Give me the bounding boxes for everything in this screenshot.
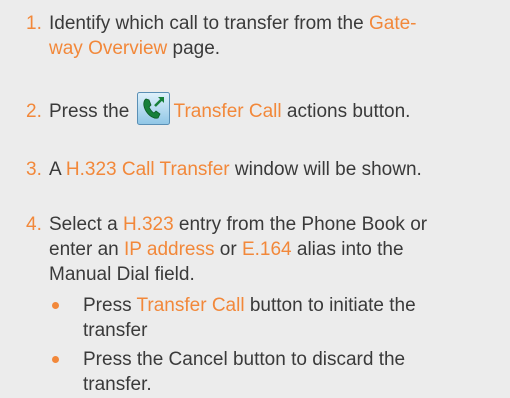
bullet-text: transfer xyxy=(83,320,148,341)
step-text: Select a xyxy=(49,214,123,235)
step-number: 2. xyxy=(26,101,42,122)
gateway-overview-link-cont[interactable]: way Overview xyxy=(49,38,167,59)
bullet-dot xyxy=(52,302,59,309)
h323-link[interactable]: H.323 xyxy=(123,214,174,235)
bullet-text: Press xyxy=(83,295,137,316)
gateway-overview-link[interactable]: Gate- xyxy=(369,13,417,34)
bullet-text: transfer. xyxy=(83,374,152,395)
bullet-item-1: Press Transfer Call button to initiate t… xyxy=(52,293,492,343)
bullet-text: Press the Cancel button to discard the xyxy=(83,349,406,370)
step-2: 2. Press the Transfer Call actions button… xyxy=(26,92,498,125)
step-1: 1. Identify which call to transfer from t… xyxy=(26,11,498,61)
step-text: alias into the xyxy=(291,239,404,260)
step-text: Press the xyxy=(49,101,135,122)
bullet-item-2: Press the Cancel button to discard the t… xyxy=(52,347,492,397)
transfer-call-button-link[interactable]: Transfer Call xyxy=(137,295,245,316)
transfer-call-icon[interactable] xyxy=(136,92,170,125)
step-number: 3. xyxy=(26,159,42,180)
step-text: window will be shown. xyxy=(229,159,422,180)
step-4: 4. Select a H.323 entry from the Phone Bo… xyxy=(26,212,498,287)
step-text: A xyxy=(49,159,66,180)
step-text: Identify which call to transfer from the xyxy=(49,13,369,34)
step-text: page. xyxy=(167,38,221,59)
step-text: or xyxy=(214,239,242,260)
step-number: 1. xyxy=(26,13,42,34)
step-3: 3. A H.323 Call Transfer window will be s… xyxy=(26,157,498,182)
e164-link[interactable]: E.164 xyxy=(242,239,292,260)
ip-address-link[interactable]: IP address xyxy=(124,239,214,260)
bullet-text: button to initiate the xyxy=(244,295,416,316)
step-text: enter an xyxy=(49,239,124,260)
step-text: actions button. xyxy=(281,101,411,122)
step-number: 4. xyxy=(26,214,42,235)
h323-call-transfer-link[interactable]: H.323 Call Transfer xyxy=(66,159,230,180)
step-text: entry from the Phone Book or xyxy=(173,214,428,235)
bullet-dot xyxy=(52,356,59,363)
step-text: Manual Dial field. xyxy=(49,264,195,285)
transfer-call-link[interactable]: Transfer Call xyxy=(174,101,282,122)
